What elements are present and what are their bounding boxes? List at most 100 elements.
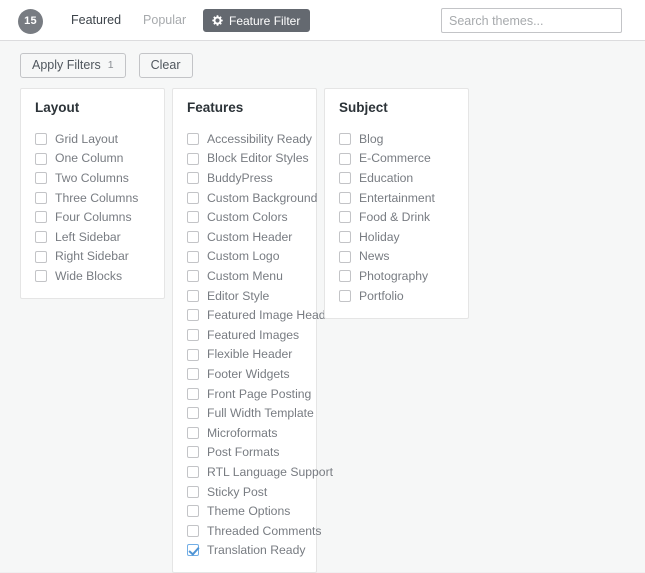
- apply-filters-button[interactable]: Apply Filters 1: [20, 53, 126, 78]
- filter-checkbox-row[interactable]: Portfolio: [339, 286, 454, 306]
- checkbox-icon[interactable]: [187, 505, 199, 518]
- checkbox-icon[interactable]: [187, 485, 199, 498]
- checkbox-icon[interactable]: [339, 211, 351, 224]
- filter-checkbox-label: Entertainment: [359, 190, 435, 205]
- filter-checkbox-row[interactable]: Entertainment: [339, 188, 454, 208]
- filter-checkbox-row[interactable]: Three Columns: [35, 188, 150, 208]
- checkbox-icon[interactable]: [187, 524, 199, 537]
- search-input[interactable]: [441, 8, 622, 33]
- filter-checkbox-label: Theme Options: [207, 504, 291, 519]
- checkbox-icon[interactable]: [35, 152, 47, 165]
- filter-checkbox-row[interactable]: Custom Menu: [187, 266, 302, 286]
- filter-checkbox-label: Block Editor Styles: [207, 151, 309, 166]
- checkbox-icon[interactable]: [187, 172, 199, 185]
- filter-checkbox-row[interactable]: Threaded Comments: [187, 521, 321, 541]
- filter-checkbox-row[interactable]: Flexible Header: [187, 345, 302, 365]
- checkbox-icon[interactable]: [187, 348, 199, 361]
- checkbox-icon[interactable]: [339, 172, 351, 185]
- filter-checkbox-row[interactable]: News: [339, 247, 454, 267]
- filter-checkbox-label: Two Columns: [55, 171, 129, 186]
- clear-filters-button[interactable]: Clear: [138, 53, 193, 78]
- filter-checkbox-row[interactable]: Editor Style: [187, 286, 302, 306]
- checkbox-icon[interactable]: [187, 152, 199, 165]
- checkbox-icon[interactable]: [339, 230, 351, 243]
- filter-checkbox-row[interactable]: Food & Drink: [339, 208, 454, 228]
- filter-checkbox-row[interactable]: Education: [339, 168, 454, 188]
- nav-link-featured[interactable]: Featured: [60, 0, 132, 41]
- checkbox-icon[interactable]: [187, 250, 199, 263]
- checkbox-icon[interactable]: [35, 270, 47, 283]
- filter-checkbox-row[interactable]: Translation Ready: [187, 541, 305, 561]
- filter-checkbox-row[interactable]: Blog: [339, 129, 454, 149]
- filter-group-subject: Subject Blog E-Commerce Education Entertain…: [324, 88, 469, 319]
- filter-checkbox-row[interactable]: Sticky Post: [187, 482, 302, 502]
- filter-checkbox-row[interactable]: Full Width Template: [187, 404, 314, 424]
- filter-checkbox-row[interactable]: Custom Header: [187, 227, 302, 247]
- checkbox-icon[interactable]: [187, 289, 199, 302]
- filter-checkbox-label: Education: [359, 171, 414, 186]
- filter-checkbox-label: Wide Blocks: [55, 269, 123, 284]
- filter-checkbox-row[interactable]: E-Commerce: [339, 149, 454, 169]
- filter-group-title-subject: Subject: [339, 100, 388, 115]
- filter-action-bar: Apply Filters 1 Clear: [20, 53, 193, 78]
- checkbox-icon[interactable]: [187, 309, 199, 322]
- checkbox-icon[interactable]: [187, 446, 199, 459]
- checkbox-icon[interactable]: [339, 289, 351, 302]
- filter-checkbox-label: Right Sidebar: [55, 249, 129, 264]
- gear-icon: [211, 14, 224, 27]
- checkbox-icon[interactable]: [187, 387, 199, 400]
- filter-checkbox-row[interactable]: BuddyPress: [187, 168, 302, 188]
- checkbox-icon[interactable]: [187, 466, 199, 479]
- checkbox-icon[interactable]: [35, 211, 47, 224]
- checkbox-icon[interactable]: [187, 328, 199, 341]
- checkbox-icon[interactable]: [187, 211, 199, 224]
- checkbox-icon[interactable]: [35, 250, 47, 263]
- checkbox-icon[interactable]: [187, 191, 199, 204]
- filter-group-title-features: Features: [187, 100, 244, 115]
- filter-checkbox-row[interactable]: Accessibility Ready: [187, 129, 312, 149]
- filter-checkbox-row[interactable]: RTL Language Support: [187, 462, 333, 482]
- filter-checkbox-label: Custom Colors: [207, 210, 288, 225]
- filter-checkbox-row[interactable]: Front Page Posting: [187, 384, 311, 404]
- filter-checkbox-row[interactable]: One Column: [35, 149, 150, 169]
- filter-checkbox-row[interactable]: Right Sidebar: [35, 247, 150, 267]
- checkbox-icon[interactable]: [339, 270, 351, 283]
- filter-checkbox-row[interactable]: Featured Image Header: [187, 306, 336, 326]
- checkbox-icon[interactable]: [339, 191, 351, 204]
- theme-navbar: 15 Featured Popular Latest Feature Filte…: [0, 0, 645, 41]
- checkbox-icon[interactable]: [35, 191, 47, 204]
- checkbox-icon[interactable]: [339, 250, 351, 263]
- checkbox-icon[interactable]: [187, 407, 199, 420]
- checkbox-icon[interactable]: [187, 132, 199, 145]
- filter-checkbox-row[interactable]: Custom Logo: [187, 247, 302, 267]
- filter-checkbox-row[interactable]: Theme Options: [187, 501, 302, 521]
- filter-checkbox-row[interactable]: Footer Widgets: [187, 364, 302, 384]
- checkbox-icon[interactable]: [339, 132, 351, 145]
- filter-checkbox-row[interactable]: Featured Images: [187, 325, 302, 345]
- filter-checkbox-row[interactable]: Holiday: [339, 227, 454, 247]
- feature-filter-button[interactable]: Feature Filter: [203, 9, 311, 32]
- filter-checkbox-row[interactable]: Grid Layout: [35, 129, 150, 149]
- filter-checkbox-row[interactable]: Four Columns: [35, 208, 150, 228]
- filter-checkbox-label: RTL Language Support: [207, 464, 334, 479]
- checkbox-icon[interactable]: [339, 152, 351, 165]
- filter-checkbox-row[interactable]: Custom Colors: [187, 208, 302, 228]
- checkbox-icon[interactable]: [187, 270, 199, 283]
- filter-checkbox-row[interactable]: Post Formats: [187, 443, 302, 463]
- checkbox-icon[interactable]: [187, 426, 199, 439]
- filter-checkbox-row[interactable]: Microformats: [187, 423, 302, 443]
- filter-checkbox-row[interactable]: Two Columns: [35, 168, 150, 188]
- checkbox-icon[interactable]: [35, 230, 47, 243]
- filter-checkbox-row[interactable]: Left Sidebar: [35, 227, 150, 247]
- checkbox-icon[interactable]: [187, 230, 199, 243]
- checkbox-icon[interactable]: [187, 368, 199, 381]
- filter-checkbox-row[interactable]: Block Editor Styles: [187, 149, 309, 169]
- checkbox-icon[interactable]: [35, 132, 47, 145]
- checkbox-checked-icon[interactable]: [187, 544, 199, 557]
- filter-checkbox-row[interactable]: Custom Background: [187, 188, 317, 208]
- nav-link-popular[interactable]: Popular: [132, 0, 197, 41]
- checkbox-icon[interactable]: [35, 172, 47, 185]
- filter-checkbox-row[interactable]: Wide Blocks: [35, 266, 150, 286]
- filter-checkbox-label: Photography: [359, 269, 429, 284]
- filter-checkbox-row[interactable]: Photography: [339, 266, 454, 286]
